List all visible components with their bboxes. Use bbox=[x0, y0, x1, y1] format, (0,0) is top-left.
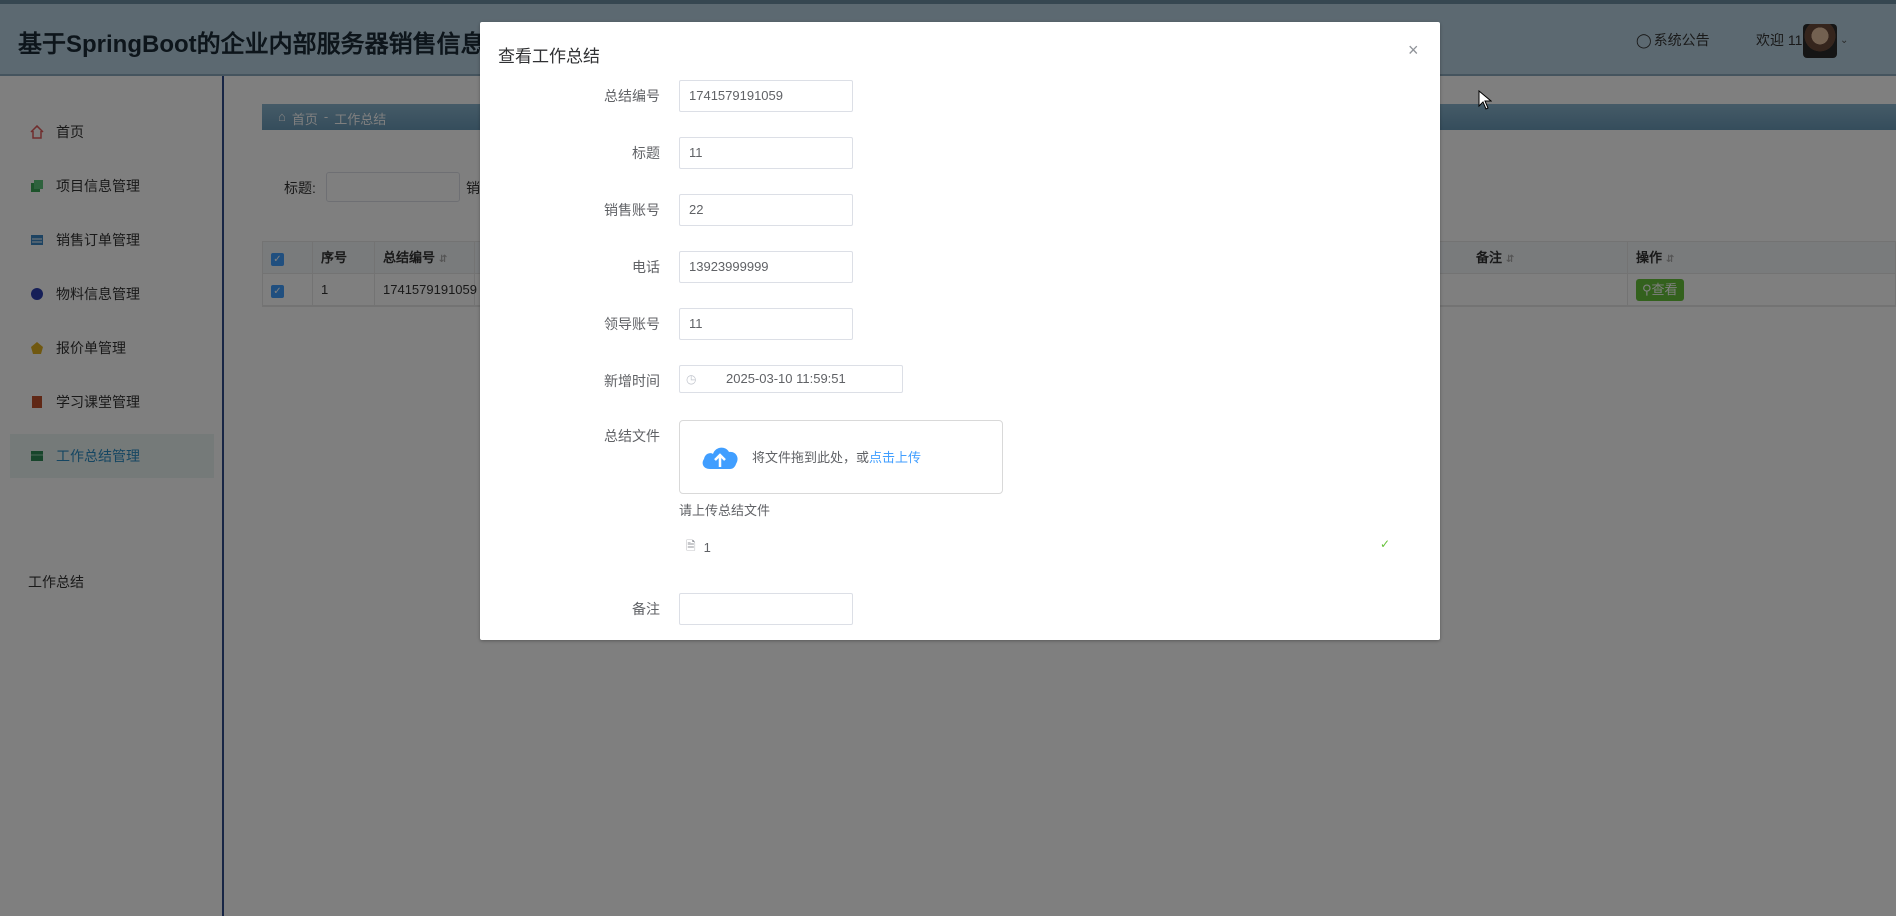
upload-hint: 将文件拖到此处，或点击上传 bbox=[752, 447, 921, 466]
uploaded-file-name: 1 bbox=[703, 540, 711, 555]
close-icon[interactable]: × bbox=[1408, 40, 1419, 61]
sales-account-field[interactable]: 22 bbox=[679, 194, 853, 226]
uploaded-file-item[interactable]: 🗎 1 bbox=[686, 537, 711, 558]
upload-dropzone[interactable]: 将文件拖到此处，或点击上传 bbox=[679, 420, 1003, 494]
leader-account-field[interactable]: 11 bbox=[679, 308, 853, 340]
code-field[interactable]: 1741579191059 bbox=[679, 80, 853, 112]
created-time-label: 新增时间 bbox=[604, 373, 660, 389]
leader-account-label: 领导账号 bbox=[604, 316, 660, 332]
file-label: 总结文件 bbox=[604, 428, 660, 444]
code-label: 总结编号 bbox=[604, 88, 660, 104]
created-time-value: 2025-03-10 11:59:51 bbox=[726, 371, 846, 386]
remark-field[interactable] bbox=[679, 593, 853, 625]
sales-account-label: 销售账号 bbox=[604, 202, 660, 218]
phone-field[interactable]: 13923999999 bbox=[679, 251, 853, 283]
document-icon: 🗎 bbox=[686, 539, 696, 553]
mouse-cursor-icon bbox=[1478, 90, 1492, 110]
phone-label: 电话 bbox=[632, 259, 660, 275]
title-label: 标题 bbox=[632, 145, 660, 161]
upload-hint-text: 将文件拖到此处，或 bbox=[752, 450, 870, 465]
remark-label: 备注 bbox=[632, 601, 660, 617]
check-circle-icon: ✓ bbox=[1380, 537, 1391, 551]
upload-link[interactable]: 点击上传 bbox=[869, 450, 921, 465]
view-summary-dialog: 查看工作总结 × 总结编号 1741579191059 标题 11 销售账号 2… bbox=[480, 22, 1440, 640]
dialog-title: 查看工作总结 bbox=[498, 47, 600, 66]
cloud-upload-icon bbox=[702, 447, 738, 469]
upload-tip: 请上传总结文件 bbox=[679, 503, 771, 518]
created-time-field[interactable]: ◷ 2025-03-10 11:59:51 bbox=[679, 365, 903, 393]
clock-icon: ◷ bbox=[686, 372, 697, 386]
title-field[interactable]: 11 bbox=[679, 137, 853, 169]
